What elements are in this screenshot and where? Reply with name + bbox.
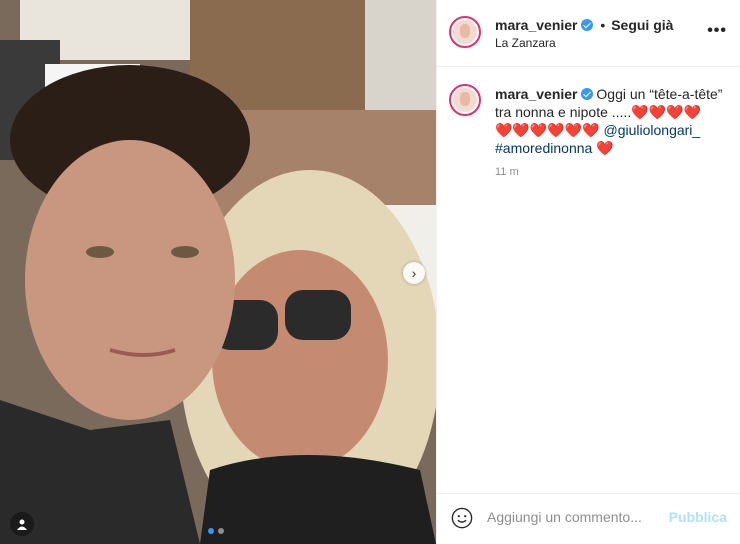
more-options-icon[interactable]: ••• xyxy=(707,22,727,40)
post-timestamp[interactable]: 11 m xyxy=(495,166,519,178)
next-photo-button[interactable]: › xyxy=(403,262,425,284)
caption-text: mara_venier Oggi un “tête-a-tête” tra no… xyxy=(495,85,731,157)
caption-username-link[interactable]: mara_venier xyxy=(495,86,578,102)
verified-badge-icon xyxy=(580,88,593,100)
comment-input[interactable]: Aggiungi un commento... xyxy=(487,509,647,525)
heart-emoji: ❤️ xyxy=(596,140,614,156)
hashtag-link[interactable]: #amoredinonna xyxy=(495,140,592,156)
carousel-dots xyxy=(208,528,224,534)
comment-bar: Aggiungi un commento... Pubblica xyxy=(437,493,740,544)
tagged-users-button[interactable] xyxy=(10,512,34,536)
chevron-right-icon: › xyxy=(411,265,417,281)
photo-image xyxy=(0,0,436,544)
location-link[interactable]: La Zanzara xyxy=(495,36,556,50)
emoji-icon[interactable] xyxy=(451,507,473,529)
separator-dot: • xyxy=(600,17,606,33)
mention-link[interactable]: @giuliolongari_ xyxy=(603,122,700,138)
hearts-emoji: ❤️❤️❤️❤️ xyxy=(631,104,701,120)
carousel-dot-active xyxy=(208,528,214,534)
verified-badge-icon xyxy=(580,19,593,31)
carousel-dot xyxy=(218,528,224,534)
post-header: mara_venier • Segui già La Zanzara ••• xyxy=(437,0,740,67)
publish-button[interactable]: Pubblica xyxy=(669,509,727,525)
post-photo[interactable]: › xyxy=(0,0,436,544)
follow-button[interactable]: Segui già xyxy=(611,17,673,33)
caption-avatar[interactable] xyxy=(449,84,481,116)
avatar[interactable] xyxy=(449,16,481,48)
post-side-panel: mara_venier • Segui già La Zanzara ••• m… xyxy=(436,0,740,544)
username-link[interactable]: mara_venier xyxy=(495,17,578,33)
hearts-emoji: ❤️❤️❤️❤️❤️❤️ xyxy=(495,122,600,138)
user-icon xyxy=(17,519,27,530)
